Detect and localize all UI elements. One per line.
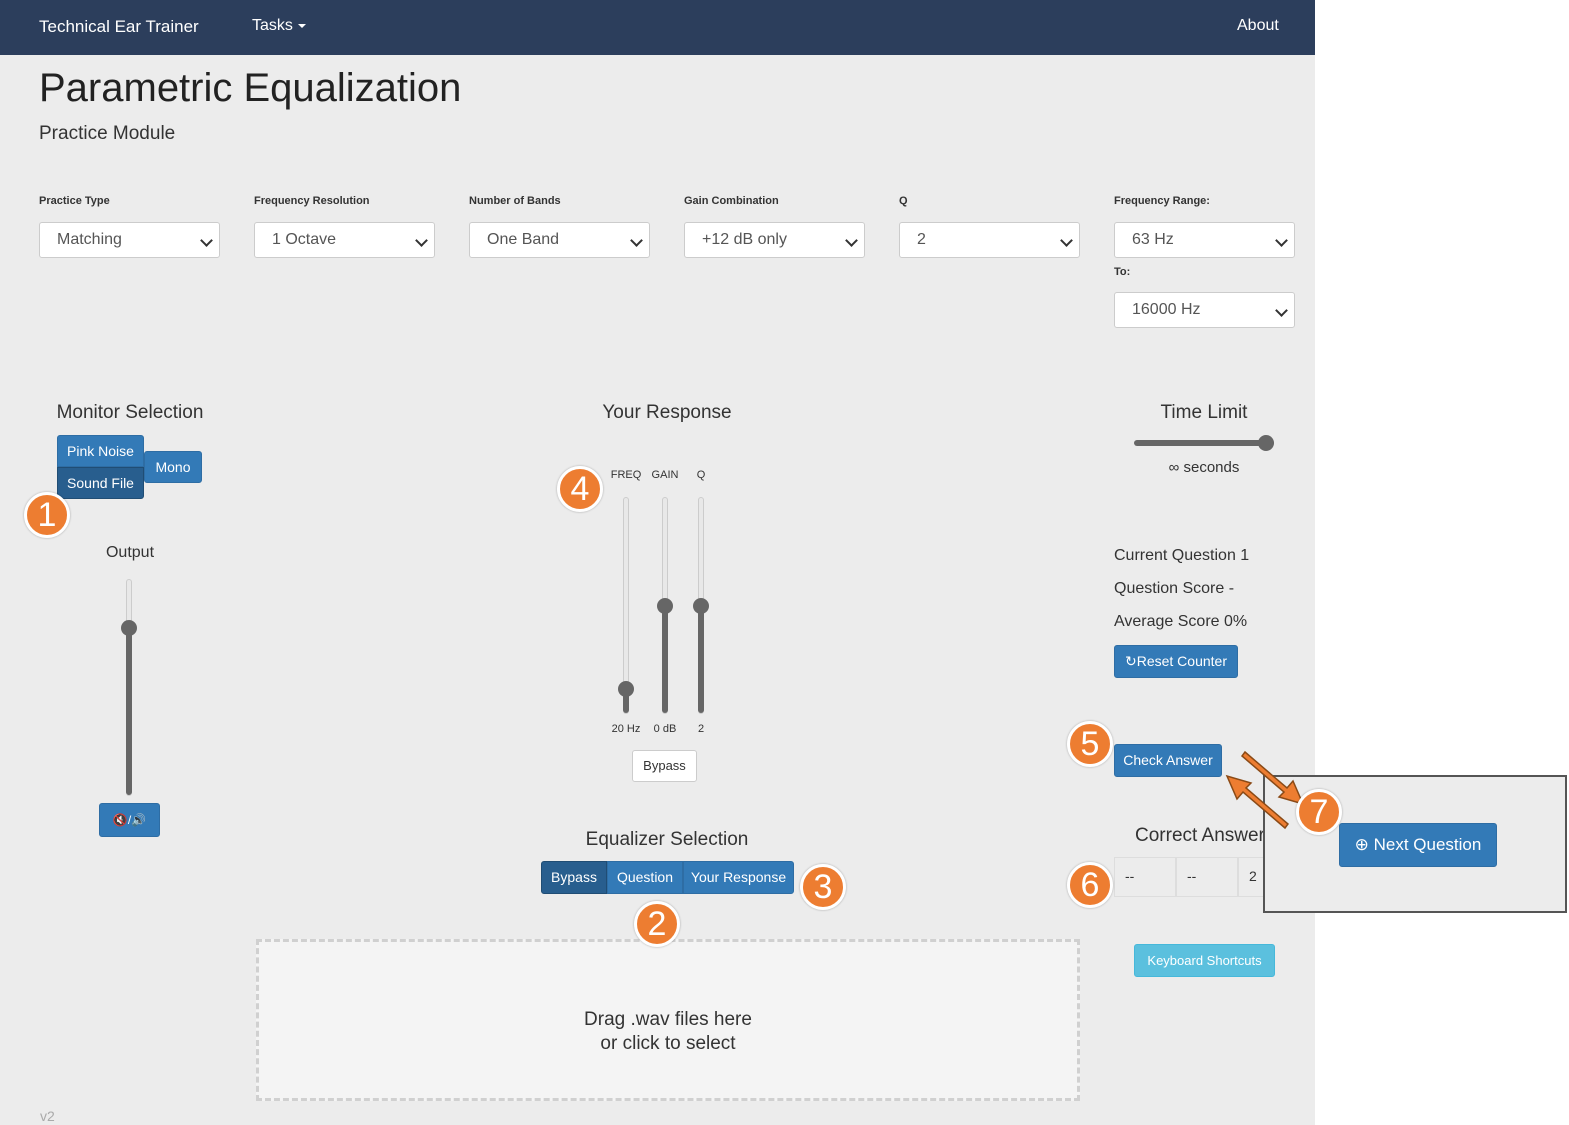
freq-slider-handle[interactable] [618,681,634,698]
eq-question-button[interactable]: Question [607,861,683,894]
page-title: Parametric Equalization [39,66,462,110]
chevron-down-icon [1275,234,1288,247]
average-score-text: Average Score 0% [1114,613,1248,630]
about-link[interactable]: About [1237,17,1279,35]
gain-slider-track[interactable] [657,497,673,714]
gain-combination-label: Gain Combination [684,195,779,207]
eq-your-response-button[interactable]: Your Response [683,861,794,894]
caret-down-icon [297,23,306,28]
version-label: v2 [40,1108,55,1124]
wav-dropzone[interactable]: Drag .wav files here or click to select [256,939,1080,1101]
check-answer-button[interactable]: Check Answer [1114,744,1222,777]
dropzone-line1: Drag .wav files here [584,1009,752,1030]
keyboard-shortcuts-button[interactable]: Keyboard Shortcuts [1134,944,1275,977]
app-page: Technical Ear Trainer Tasks About Parame… [0,0,1315,1125]
annotation-badge-4: 4 [557,466,603,512]
annotation-badge-1: 1 [24,492,70,538]
frequency-resolution-value: 1 Octave [272,231,337,248]
annotation-badge-3: 3 [800,864,846,910]
frequency-range-from-select[interactable]: 63 Hz [1114,222,1295,258]
annotation-badge-7: 7 [1296,789,1342,835]
brand-link[interactable]: Technical Ear Trainer [39,17,199,37]
practice-type-label: Practice Type [39,195,110,207]
tasks-menu[interactable]: Tasks [252,17,306,35]
next-question-label: Next Question [1373,835,1482,854]
q-label: Q [899,195,908,207]
eq-bypass-button[interactable]: Bypass [541,861,607,894]
mute-toggle-button[interactable]: 🔇/🔊 [99,803,160,837]
time-limit-slider[interactable] [1134,435,1274,451]
chevron-down-icon [1060,234,1073,247]
practice-type-value: Matching [57,231,122,248]
chevron-down-icon [415,234,428,247]
gain-slider-label: GAIN [651,469,679,481]
practice-type-select[interactable]: Matching [39,222,220,258]
navbar: Technical Ear Trainer Tasks About [0,0,1315,55]
output-slider-fill [126,627,132,795]
reset-counter-button[interactable]: ↻Reset Counter [1114,645,1238,678]
output-slider-track[interactable] [121,579,137,796]
q-slider-label: Q [696,469,706,481]
equalizer-selection-title: Equalizer Selection [585,829,749,850]
reset-counter-label: Reset Counter [1136,653,1227,669]
chevron-down-icon [845,234,858,247]
q-slider-track[interactable] [693,497,709,714]
chevron-down-icon [630,234,643,247]
annotation-badge-6: 6 [1067,862,1113,908]
question-score-text: Question Score - [1114,580,1235,597]
output-label: Output [105,544,155,561]
annotation-badge-2: 2 [634,901,680,947]
current-question-text: Current Question 1 [1114,547,1250,564]
gain-slider-value: 0 dB [653,723,677,735]
frequency-range-label: Frequency Range: [1114,195,1210,207]
tasks-label: Tasks [252,17,293,34]
monitor-selection-title: Monitor Selection [56,402,204,423]
your-response-title: Your Response [602,402,732,423]
output-slider-handle[interactable] [121,619,137,636]
frequency-resolution-label: Frequency Resolution [254,195,370,207]
mono-button[interactable]: Mono [144,451,202,483]
number-of-bands-label: Number of Bands [469,195,561,207]
annotation-badge-5: 5 [1067,721,1113,767]
q-select[interactable]: 2 [899,222,1080,258]
dropzone-line2: or click to select [600,1033,736,1054]
pink-noise-button[interactable]: Pink Noise [57,435,144,467]
time-limit-handle[interactable] [1258,435,1274,451]
gain-combination-value: +12 dB only [702,231,787,248]
gain-combination-select[interactable]: +12 dB only [684,222,865,258]
freq-slider-track[interactable] [618,497,634,714]
time-limit-value: ∞ seconds [1168,459,1240,476]
freq-slider-value: 20 Hz [611,723,641,735]
number-of-bands-value: One Band [487,231,560,248]
plus-circle-icon: ⊕ [1354,835,1374,854]
response-bypass-button[interactable]: Bypass [632,750,697,782]
correct-answer-gain-cell: -- [1176,857,1238,897]
frequency-range-to-label: To: [1114,266,1131,278]
page-subtitle: Practice Module [39,123,176,144]
freq-slider-label: FREQ [610,469,642,481]
frequency-range-to-value: 16000 Hz [1132,301,1201,318]
q-slider-value: 2 [697,723,705,735]
refresh-icon: ↻ [1124,653,1137,669]
frequency-range-from-value: 63 Hz [1132,231,1174,248]
number-of-bands-select[interactable]: One Band [469,222,650,258]
chevron-down-icon [1275,304,1288,317]
sound-file-button[interactable]: Sound File [57,467,144,499]
frequency-resolution-select[interactable]: 1 Octave [254,222,435,258]
q-slider-handle[interactable] [693,597,709,614]
correct-answer-freq-cell: -- [1114,857,1176,897]
volume-icon: 🔇/🔊 [112,813,147,827]
gain-slider-handle[interactable] [657,597,673,614]
time-limit-title: Time Limit [1160,402,1248,423]
next-question-button[interactable]: ⊕ Next Question [1339,823,1497,867]
q-value: 2 [917,231,926,248]
chevron-down-icon [200,234,213,247]
q-slider-fill [698,605,704,713]
frequency-range-to-select[interactable]: 16000 Hz [1114,292,1295,328]
gain-slider-fill [662,605,668,713]
